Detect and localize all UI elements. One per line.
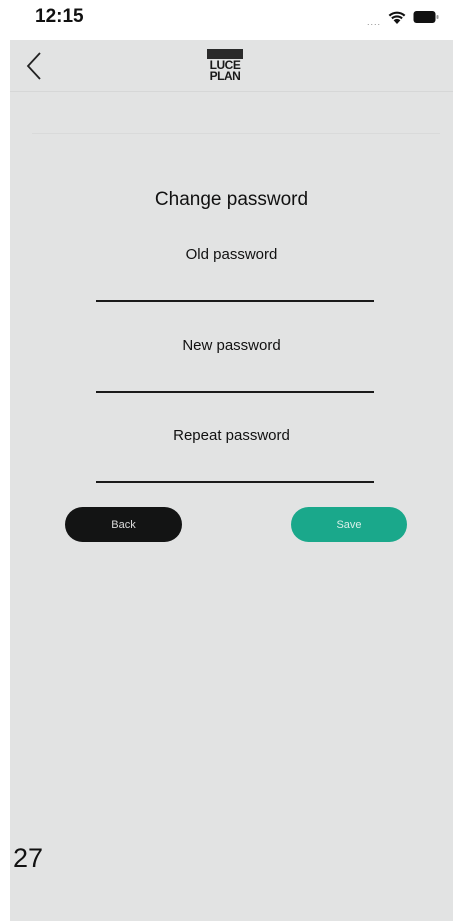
logo-line2: PLAN [209, 69, 241, 83]
save-button[interactable]: Save [291, 507, 407, 542]
new-password-input[interactable] [96, 361, 374, 393]
status-time: 12:15 [35, 6, 84, 27]
repeat-password-label: Repeat password [173, 427, 290, 444]
back-chevron-icon[interactable] [24, 50, 48, 82]
app-content: LUCE PLAN Change password Old password N… [10, 40, 453, 921]
status-icons: .... [367, 9, 439, 30]
back-button[interactable]: Back [65, 507, 182, 542]
app-header: LUCE PLAN [10, 40, 453, 92]
page-number: 27 [13, 843, 44, 873]
old-password-input[interactable] [96, 270, 374, 302]
signal-dots-icon: .... [366, 16, 381, 27]
luceplan-logo: LUCE PLAN [205, 49, 245, 82]
status-bar: 12:15 .... [0, 0, 453, 40]
old-password-label: Old password [185, 246, 278, 263]
battery-icon [413, 10, 439, 29]
new-password-label: New password [182, 337, 281, 354]
section-divider [32, 133, 440, 134]
page-title: Change password [154, 189, 309, 210]
repeat-password-input[interactable] [96, 451, 374, 483]
phone-screen: 12:15 .... LUCE PLAN Change password Old… [0, 0, 453, 921]
wifi-icon [387, 9, 407, 30]
